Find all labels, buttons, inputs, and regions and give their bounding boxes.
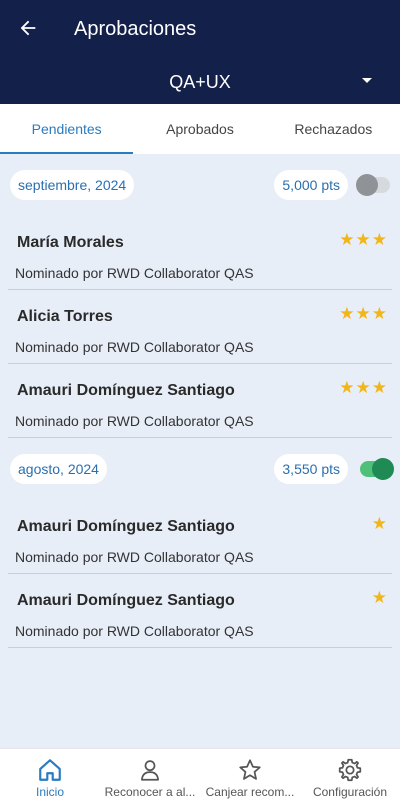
nomination-item[interactable]: Alicia Torres ★★★ Nominado por RWD Colla… [8, 290, 392, 364]
period-header: septiembre, 2024 5,000 pts [8, 154, 392, 216]
nomination-item[interactable]: Amauri Domínguez Santiago ★ Nominado por… [8, 574, 392, 648]
arrow-left-icon [20, 20, 36, 36]
nominated-by: Nominado por RWD Collaborator QAS [15, 623, 254, 639]
tab-rechazados[interactable]: Rechazados [267, 104, 400, 154]
select-all-toggle[interactable] [360, 458, 394, 480]
gear-icon [337, 757, 363, 783]
star-rating: ★ [371, 588, 388, 607]
nomination-item[interactable]: María Morales ★★★ Nominado por RWD Colla… [8, 216, 392, 290]
period-section: septiembre, 2024 5,000 pts María Morales… [0, 154, 400, 438]
tab-pendientes[interactable]: Pendientes [0, 104, 134, 154]
back-button[interactable] [14, 14, 42, 42]
nav-reconocer[interactable]: Reconocer a al... [100, 749, 200, 800]
nominated-by: Nominado por RWD Collaborator QAS [15, 339, 254, 355]
star-rating: ★ [371, 514, 388, 533]
tab-aprobados[interactable]: Aprobados [133, 104, 266, 154]
status-tabs: Pendientes Aprobados Rechazados [0, 104, 400, 154]
points-badge: 5,000 pts [274, 170, 348, 200]
select-all-toggle[interactable] [356, 174, 390, 196]
approvals-list: septiembre, 2024 5,000 pts María Morales… [0, 154, 400, 648]
nav-label: Configuración [312, 785, 388, 799]
period-header: agosto, 2024 3,550 pts [8, 438, 394, 500]
app-header: Aprobaciones QA+UX [0, 0, 400, 104]
nominee-name: Alicia Torres [17, 308, 113, 325]
nominee-name: Amauri Domínguez Santiago [17, 518, 235, 535]
nomination-item[interactable]: Amauri Domínguez Santiago ★★★ Nominado p… [8, 364, 392, 438]
star-rating: ★★★ [339, 304, 388, 323]
nominated-by: Nominado por RWD Collaborator QAS [15, 265, 254, 281]
home-icon [37, 757, 63, 783]
nominee-name: Amauri Domínguez Santiago [17, 382, 235, 399]
star-rating: ★★★ [339, 378, 388, 397]
star-rating: ★★★ [339, 230, 388, 249]
nominated-by: Nominado por RWD Collaborator QAS [15, 549, 254, 565]
group-dropdown-value: QA+UX [169, 71, 231, 92]
toggle-knob [372, 458, 394, 480]
nominee-name: María Morales [17, 234, 124, 251]
period-label: agosto, 2024 [10, 454, 107, 484]
nav-label: Inicio [35, 785, 64, 799]
star-icon [237, 757, 263, 783]
person-icon [137, 757, 163, 783]
caret-down-icon [362, 78, 372, 83]
toggle-knob [356, 174, 378, 196]
page-title: Aprobaciones [74, 18, 197, 40]
period-section: agosto, 2024 3,550 pts Amauri Domínguez … [0, 438, 400, 648]
nav-label: Canjear recom... [205, 785, 295, 799]
nomination-item[interactable]: Amauri Domínguez Santiago ★ Nominado por… [8, 500, 392, 574]
nominee-name: Amauri Domínguez Santiago [17, 592, 235, 609]
nav-label: Reconocer a al... [104, 785, 196, 799]
nav-canjear[interactable]: Canjear recom... [200, 749, 300, 800]
period-label: septiembre, 2024 [10, 170, 135, 200]
points-badge: 3,550 pts [274, 454, 348, 484]
group-dropdown[interactable]: QA+UX [0, 64, 400, 100]
bottom-navigation: Inicio Reconocer a al... Canjear recom..… [0, 748, 400, 800]
nav-inicio[interactable]: Inicio [0, 749, 100, 800]
nominated-by: Nominado por RWD Collaborator QAS [15, 413, 254, 429]
nav-configuracion[interactable]: Configuración [300, 749, 400, 800]
